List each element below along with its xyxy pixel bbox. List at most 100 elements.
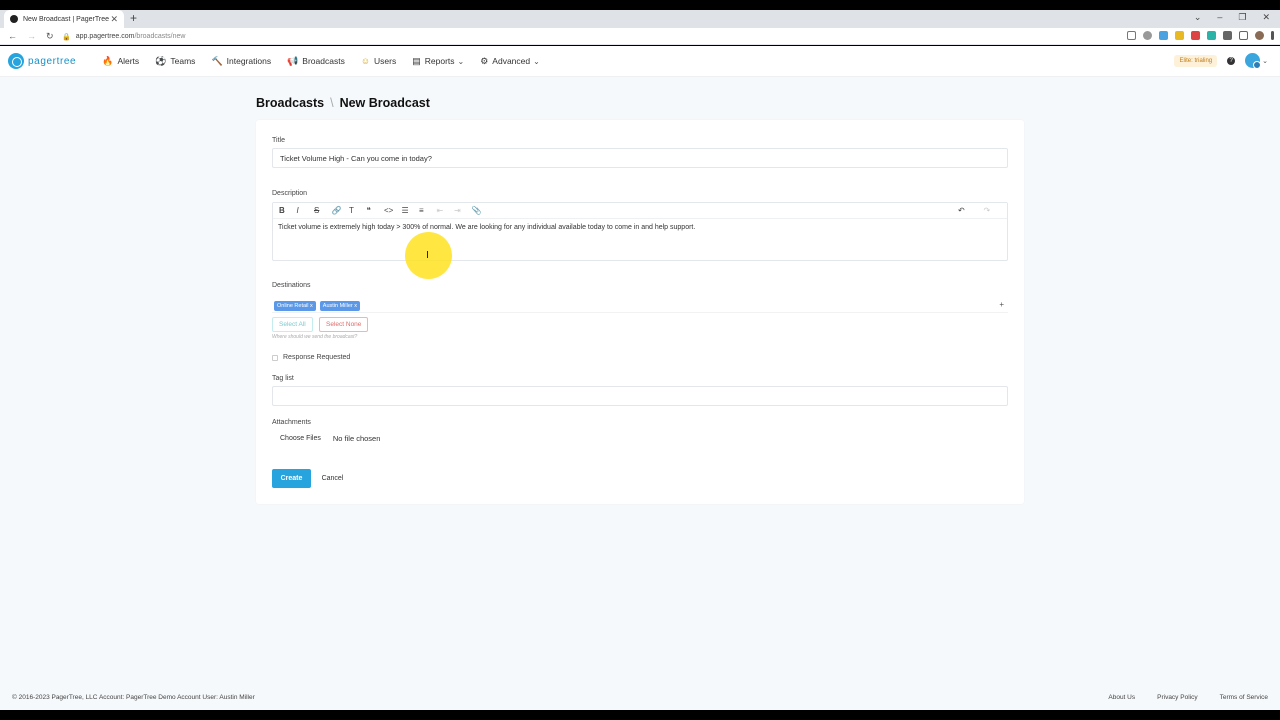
nav-advanced-label: Advanced	[492, 56, 531, 66]
chevron-down-icon: ⌄	[533, 56, 540, 66]
avatar	[1245, 53, 1262, 69]
undo-icon[interactable]: ↶	[958, 206, 976, 215]
user-menu[interactable]: ⌄	[1245, 53, 1268, 69]
extension-teal-icon[interactable]	[1207, 31, 1216, 40]
nav-integrations-label: Integrations	[226, 56, 272, 66]
flame-icon: 🔥	[102, 55, 114, 66]
trial-badge[interactable]: Elite: trialing	[1174, 54, 1218, 67]
extension-icons	[1127, 31, 1274, 40]
outdent-icon[interactable]: ⇤	[437, 206, 455, 215]
nav-teams-label: Teams	[170, 56, 196, 66]
back-icon[interactable]: ←	[8, 31, 17, 42]
heading-icon[interactable]: T	[349, 206, 367, 215]
footer-terms-link[interactable]: Terms of Service	[1220, 694, 1268, 701]
nav-reports-label: Reports	[424, 56, 455, 66]
menu-dots-icon[interactable]	[1271, 31, 1274, 40]
editor-toolbar: B I S 🔗 T ❝ <> ☰ ≡ ⇤ ⇥ 📎 ↶ ↷	[273, 203, 1007, 219]
footer-privacy-link[interactable]: Privacy Policy	[1157, 694, 1197, 701]
browser-toolbar: ← → ↻ 🔒 app.pagertree.com/broadcasts/new	[0, 28, 1280, 45]
text-cursor-icon: I	[426, 250, 429, 261]
reload-icon[interactable]: ↻	[46, 31, 54, 42]
chevron-down-icon: ⌄	[457, 56, 465, 66]
cancel-button[interactable]: Cancel	[316, 469, 349, 488]
breadcrumb: Broadcasts \ New Broadcast	[256, 96, 430, 110]
footer-about-link[interactable]: About Us	[1108, 694, 1135, 701]
choose-files-button[interactable]: Choose Files	[272, 433, 329, 444]
breadcrumb-separator: \	[330, 96, 334, 110]
nav-alerts[interactable]: 🔥 Alerts	[102, 56, 139, 67]
window-controls: ⌄ – ❐ ✕	[1194, 12, 1270, 23]
code-icon[interactable]: <>	[384, 206, 402, 215]
bullet-list-icon[interactable]: ☰	[402, 206, 420, 215]
nav-teams[interactable]: ⚽ Teams	[155, 56, 195, 67]
numbered-list-icon[interactable]: ≡	[419, 206, 437, 215]
new-tab-icon[interactable]: +	[130, 11, 137, 25]
window-close-icon[interactable]: ✕	[1262, 12, 1270, 23]
add-destination-icon[interactable]: +	[999, 300, 1004, 309]
top-navigation: pagertree 🔥 Alerts ⚽ Teams 🔨 Integration…	[0, 46, 1280, 77]
tab-search-icon[interactable]: ⌄	[1194, 12, 1202, 23]
browser-tab[interactable]: New Broadcast | PagerTree ✕	[4, 10, 124, 28]
pagertree-favicon-icon	[10, 15, 18, 23]
extension-red-icon[interactable]	[1191, 31, 1200, 40]
extension-blue-icon[interactable]	[1159, 31, 1168, 40]
page-title: New Broadcast	[339, 96, 430, 110]
attachment-icon[interactable]: 📎	[472, 206, 490, 215]
megaphone-icon: 📢	[287, 55, 299, 66]
strikethrough-icon[interactable]: S	[314, 206, 332, 215]
no-file-text: No file chosen	[332, 434, 381, 443]
profile-icon[interactable]	[1255, 31, 1264, 40]
chevron-down-icon: ⌄	[1262, 57, 1268, 65]
url-path: /broadcasts/new	[134, 33, 186, 40]
puzzle-icon[interactable]	[1223, 31, 1232, 40]
nav-integrations[interactable]: 🔨 Integrations	[211, 56, 271, 67]
select-all-button[interactable]: Select All	[272, 317, 313, 332]
restore-icon[interactable]: ❐	[1238, 12, 1246, 23]
star-icon[interactable]	[1143, 31, 1152, 40]
broadcast-form: Title Ticket Volume High - Can you come …	[256, 120, 1024, 504]
destinations-field[interactable]: Online Retail x Austin Miller x +	[272, 299, 1008, 313]
description-label: Description	[272, 190, 308, 197]
sidebar-icon[interactable]	[1239, 31, 1248, 40]
footer-copyright: © 2016-2023 PagerTree, LLC Account: Page…	[12, 693, 255, 701]
share-icon[interactable]	[1127, 31, 1136, 40]
breadcrumb-broadcasts[interactable]: Broadcasts	[256, 96, 324, 110]
tag-list-input[interactable]	[272, 386, 1008, 406]
nav-reports[interactable]: ▤ Reports ⌄	[412, 56, 464, 67]
bold-icon[interactable]: B	[279, 206, 297, 215]
quote-icon[interactable]: ❝	[367, 206, 385, 215]
destinations-help: Where should we send the broadcast?	[272, 334, 358, 340]
hammer-icon: 🔨	[211, 55, 223, 66]
minimize-icon[interactable]: –	[1217, 12, 1222, 23]
indent-icon[interactable]: ⇥	[454, 206, 472, 215]
title-label: Title	[272, 137, 285, 144]
url-bar[interactable]: 🔒 app.pagertree.com/broadcasts/new	[56, 30, 1176, 43]
destination-chip[interactable]: Austin Miller x	[319, 300, 361, 311]
nav-broadcasts[interactable]: 📢 Broadcasts	[287, 56, 345, 67]
description-editor: B I S 🔗 T ❝ <> ☰ ≡ ⇤ ⇥ 📎 ↶ ↷ Ticket volu…	[272, 202, 1008, 261]
chart-icon: ▤	[412, 55, 421, 66]
destination-chip[interactable]: Online Retail x	[274, 300, 316, 311]
help-icon[interactable]: ?	[1227, 56, 1236, 65]
nav-users-label: Users	[374, 56, 397, 66]
nav-users[interactable]: ☺ Users	[361, 56, 396, 66]
nav-alerts-label: Alerts	[117, 56, 140, 66]
app-root: pagertree 🔥 Alerts ⚽ Teams 🔨 Integration…	[0, 46, 1280, 710]
brand-link[interactable]: pagertree	[8, 53, 76, 69]
italic-icon[interactable]: I	[297, 206, 315, 215]
nav-right: Elite: trialing ? ⌄	[1174, 53, 1268, 69]
select-none-button[interactable]: Select None	[319, 317, 369, 332]
nav-broadcasts-label: Broadcasts	[302, 56, 345, 66]
link-icon[interactable]: 🔗	[332, 206, 350, 215]
pagertree-logo-icon	[8, 53, 24, 69]
create-button[interactable]: Create	[272, 469, 311, 488]
redo-icon[interactable]: ↷	[984, 206, 1002, 215]
tab-close-icon[interactable]: ✕	[110, 14, 118, 25]
extension-yellow-icon[interactable]	[1175, 31, 1184, 40]
response-requested-checkbox[interactable]	[272, 354, 278, 361]
title-input[interactable]: Ticket Volume High - Can you come in tod…	[272, 148, 1008, 168]
response-requested-row[interactable]: Response Requested	[272, 354, 350, 361]
nav-advanced[interactable]: ⚙ Advanced ⌄	[480, 56, 540, 67]
forward-icon[interactable]: →	[27, 31, 36, 42]
description-content[interactable]: Ticket volume is extremely high today > …	[273, 219, 1007, 236]
